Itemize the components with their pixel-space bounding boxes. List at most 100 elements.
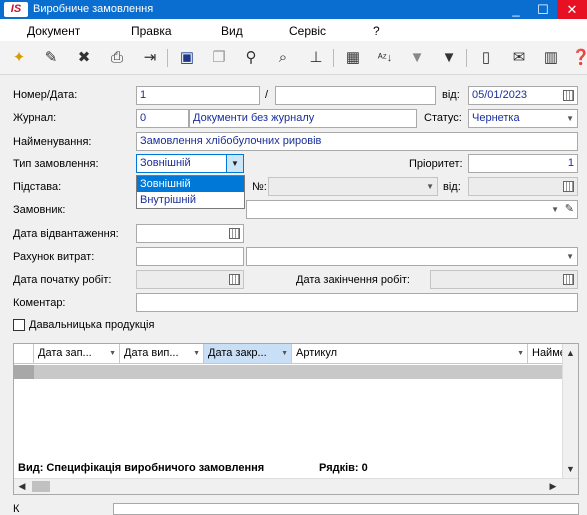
order-type-dropdown-list: Зовнішній Внутрішній xyxy=(136,175,245,209)
work-end-input[interactable] xyxy=(430,270,578,289)
scroll-right-icon[interactable]: ▶ xyxy=(545,479,561,494)
priority-label: Пріоритет: xyxy=(409,158,463,170)
priority-input[interactable]: 1 xyxy=(468,154,578,173)
scroll-left-icon[interactable]: ◀ xyxy=(14,479,30,494)
details-icon[interactable]: ▯ xyxy=(475,48,497,68)
basis-date-label: від: xyxy=(443,181,461,193)
date-from-label: від: xyxy=(442,89,460,101)
customer-select[interactable]: ▼ ✎ xyxy=(246,200,578,219)
library-icon[interactable]: ▥ xyxy=(540,48,562,68)
column-header[interactable]: Наймє xyxy=(528,344,563,364)
column-header-label: Артикул xyxy=(296,347,338,359)
calendar-icon[interactable] xyxy=(563,90,574,101)
maximize-button[interactable]: ☐ xyxy=(530,0,556,19)
menu-help[interactable]: ? xyxy=(373,24,380,38)
basis-date-input[interactable] xyxy=(468,177,578,196)
vertical-scrollbar[interactable]: ▲ ▼ xyxy=(562,344,578,478)
chevron-down-icon[interactable]: ▼ xyxy=(226,155,243,172)
journal-label: Журнал: xyxy=(13,112,57,124)
menu-view[interactable]: Вид xyxy=(221,24,243,38)
grid-icon[interactable]: ▦ xyxy=(342,48,364,68)
table-row[interactable] xyxy=(14,365,563,379)
order-type-value: Зовнішній xyxy=(140,157,191,169)
new-icon[interactable]: ✦ xyxy=(8,48,30,68)
column-header-label: Дата зап... xyxy=(38,347,92,359)
chevron-down-icon[interactable]: ▼ xyxy=(551,201,559,218)
horizontal-scrollbar[interactable]: ◀ ▶ xyxy=(14,478,578,494)
basis-number-select[interactable]: ▼ xyxy=(268,177,438,196)
option-external[interactable]: Зовнішній xyxy=(137,176,244,192)
mail-icon[interactable]: ✉ xyxy=(508,48,530,68)
cost-account-code-input[interactable] xyxy=(136,247,244,266)
chevron-down-icon[interactable]: ▼ xyxy=(109,344,116,363)
cost-account-label: Рахунок витрат: xyxy=(13,251,95,263)
save-icon[interactable]: ▣ xyxy=(176,48,198,68)
help-icon[interactable]: ❓ xyxy=(570,48,587,68)
search-icon[interactable]: ⚲ xyxy=(240,48,262,68)
print-icon[interactable]: ⎙ xyxy=(106,48,128,68)
date-input[interactable]: 05/01/2023 xyxy=(468,86,578,105)
basis-label: Підстава: xyxy=(13,181,62,193)
menu-edit[interactable]: Правка xyxy=(131,24,172,38)
toll-checkbox[interactable] xyxy=(13,319,25,331)
name-input[interactable]: Замовлення хлібобулочних рировів xyxy=(136,132,578,151)
close-button[interactable]: ✕ xyxy=(557,0,587,19)
comment-input[interactable] xyxy=(136,293,578,312)
edit-icon[interactable]: ✎ xyxy=(40,48,62,68)
chevron-down-icon[interactable]: ▼ xyxy=(566,248,574,265)
status-select[interactable]: Чернетка ▼ xyxy=(468,109,578,128)
chevron-down-icon[interactable]: ▼ xyxy=(193,344,200,363)
scroll-up-icon[interactable]: ▲ xyxy=(563,346,578,360)
calendar-icon[interactable] xyxy=(229,228,240,239)
calendar-icon[interactable] xyxy=(563,274,574,285)
journal-name-input[interactable]: Документи без журналу xyxy=(189,109,417,128)
filter-icon[interactable]: ▼ xyxy=(406,48,428,68)
option-internal[interactable]: Внутрішній xyxy=(137,192,244,208)
journal-code-input[interactable]: 0 xyxy=(136,109,189,128)
order-type-select[interactable]: Зовнішній ▼ xyxy=(136,154,244,173)
work-start-label: Дата початку робіт: xyxy=(13,274,112,286)
title-bar: IS Виробниче замовлення _ ☐ ✕ xyxy=(0,0,587,19)
export-icon[interactable]: ⇥ xyxy=(139,48,161,68)
shipment-date-label: Дата відвантаження: xyxy=(13,228,119,240)
scroll-thumb[interactable] xyxy=(32,481,50,492)
find-next-icon[interactable]: ⌕ xyxy=(272,48,294,68)
column-header[interactable]: Артикул ▼ xyxy=(292,344,528,364)
tree-icon[interactable]: ⊥ xyxy=(305,48,327,68)
column-header[interactable]: Дата закр... ▼ xyxy=(204,344,292,364)
row-indicator-header xyxy=(14,344,34,364)
chevron-down-icon[interactable]: ▼ xyxy=(281,344,288,363)
number-suffix-input[interactable] xyxy=(275,86,436,105)
column-header[interactable]: Дата вип... ▼ xyxy=(120,344,204,364)
menu-service[interactable]: Сервіс xyxy=(289,24,326,38)
window-title: Виробниче замовлення xyxy=(33,3,154,15)
chevron-down-icon[interactable]: ▼ xyxy=(566,110,574,127)
date-value: 05/01/2023 xyxy=(472,89,528,101)
column-header[interactable]: Дата зап... ▼ xyxy=(34,344,120,364)
grid-row-count: Рядків: 0 xyxy=(319,462,368,474)
clear-filter-icon[interactable]: ▼ xyxy=(438,48,460,68)
number-input[interactable]: 1 xyxy=(136,86,260,105)
cost-account-select[interactable]: ▼ xyxy=(246,247,578,266)
bottom-field[interactable] xyxy=(113,503,579,515)
menu-document[interactable]: Документ xyxy=(27,24,80,38)
shipment-date-input[interactable] xyxy=(136,224,244,243)
toolbar-separator xyxy=(333,49,334,67)
work-start-input[interactable] xyxy=(136,270,244,289)
column-header-label: Наймє xyxy=(532,347,563,359)
pencil-icon[interactable]: ✎ xyxy=(565,201,574,218)
toolbar: ✦ ✎ ✖ ⎙ ⇥ ▣ ❐ ⚲ ⌕ ⊥ ▦ ᴬᶻ↓ ▼ ▼ ▯ ✉ ▥ ❓ xyxy=(0,41,587,75)
delete-icon[interactable]: ✖ xyxy=(73,48,95,68)
status-label: Статус: xyxy=(424,112,462,124)
chevron-down-icon[interactable]: ▼ xyxy=(517,344,524,363)
minimize-button[interactable]: _ xyxy=(503,0,529,19)
copy-icon[interactable]: ❐ xyxy=(208,48,230,68)
toll-label: Давальницька продукція xyxy=(29,319,155,331)
grid-view-label: Вид: Специфікація виробничого замовлення xyxy=(18,462,265,474)
scroll-down-icon[interactable]: ▼ xyxy=(563,462,578,476)
order-type-label: Тип замовлення: xyxy=(13,158,99,170)
sort-az-icon[interactable]: ᴬᶻ↓ xyxy=(374,48,396,68)
calendar-icon[interactable] xyxy=(229,274,240,285)
chevron-down-icon[interactable]: ▼ xyxy=(426,178,434,195)
calendar-icon[interactable] xyxy=(563,181,574,192)
